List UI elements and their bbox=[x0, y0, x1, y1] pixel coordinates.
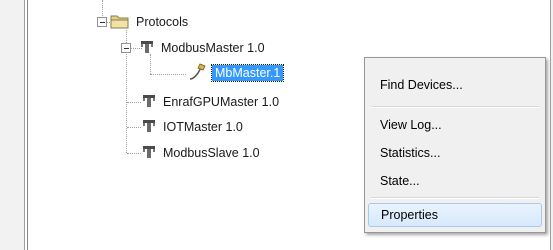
tree-node-modbus-master[interactable]: ModbusMaster 1.0 bbox=[139, 39, 267, 57]
menu-item-properties[interactable]: Properties bbox=[368, 203, 542, 227]
channel-plug-icon bbox=[188, 62, 208, 84]
context-menu: Find Devices... View Log... Statistics..… bbox=[364, 57, 546, 233]
protocol-plug-icon bbox=[141, 118, 157, 137]
collapse-toggle-protocols[interactable] bbox=[97, 17, 107, 27]
tree-connector bbox=[150, 74, 186, 75]
menu-item-state[interactable]: State... bbox=[368, 169, 542, 193]
tree-connector bbox=[127, 102, 141, 103]
tree-node-label: MbMaster.1 bbox=[210, 64, 285, 82]
folder-icon bbox=[110, 13, 130, 32]
tree-node-label: Protocols bbox=[136, 15, 189, 29]
menu-separator bbox=[371, 106, 539, 108]
tree-node-label: ModbusSlave 1.0 bbox=[163, 146, 260, 160]
tree-connector bbox=[127, 153, 141, 154]
menu-separator bbox=[371, 197, 539, 199]
collapse-toggle-modbus-master[interactable] bbox=[121, 43, 131, 53]
menu-gutter bbox=[365, 58, 367, 232]
tree-view-window: Protocols ModbusMaster 1.0 MbMaster.1 En… bbox=[0, 0, 553, 250]
menu-item-statistics[interactable]: Statistics... bbox=[368, 141, 542, 165]
protocol-plug-icon bbox=[139, 39, 155, 58]
menu-item-view-log[interactable]: View Log... bbox=[368, 113, 542, 137]
tree-connector bbox=[127, 127, 141, 128]
tree-node-label: EnrafGPUMaster 1.0 bbox=[163, 95, 280, 109]
tree-node-enraf-gpu-master[interactable]: EnrafGPUMaster 1.0 bbox=[141, 93, 281, 111]
tree-node-label: ModbusMaster 1.0 bbox=[161, 41, 265, 55]
tree-node-modbus-slave[interactable]: ModbusSlave 1.0 bbox=[141, 144, 262, 162]
tree-node-mb-master-1[interactable]: MbMaster.1 bbox=[188, 62, 285, 84]
tree-node-iot-master[interactable]: IOTMaster 1.0 bbox=[141, 118, 245, 136]
tree-node-label: IOTMaster 1.0 bbox=[163, 120, 243, 134]
protocol-plug-icon bbox=[141, 93, 157, 112]
protocol-plug-icon bbox=[141, 144, 157, 163]
tree-node-protocols[interactable]: Protocols bbox=[110, 13, 190, 31]
menu-item-find-devices[interactable]: Find Devices... bbox=[368, 73, 542, 97]
